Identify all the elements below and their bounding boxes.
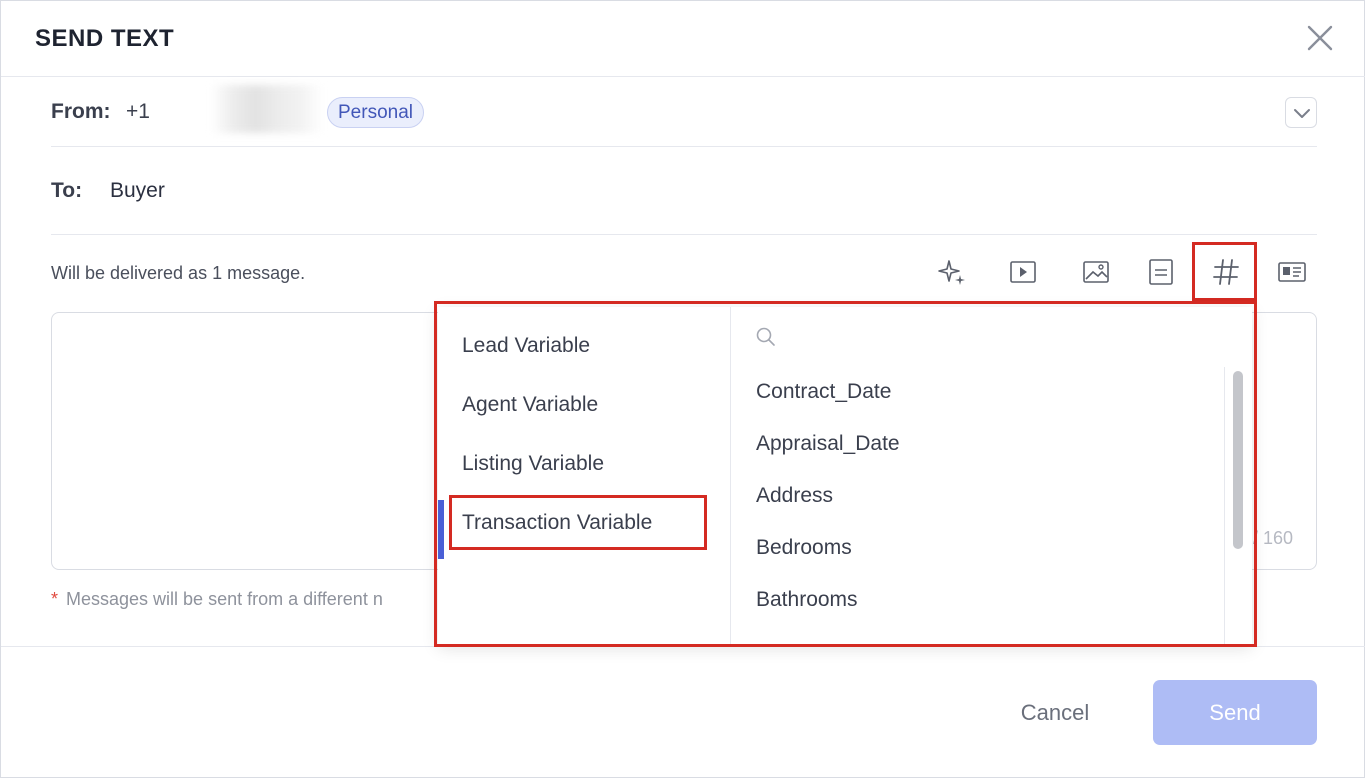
close-icon[interactable] [1303,21,1337,55]
footnote: * Messages will be sent from a different … [51,589,383,610]
from-number: +1 [126,100,150,123]
from-row: From: +1 Personal [51,77,1317,147]
contact-card-icon[interactable] [1277,257,1307,287]
video-icon[interactable] [1008,257,1038,287]
delivery-note: Will be delivered as 1 message. [51,263,306,283]
category-transaction-label: Transaction Variable [462,511,653,534]
variable-list: Contract_Date Appraisal_Date Address Bed… [731,367,1225,644]
to-row: To: Buyer [51,147,1317,235]
category-transaction-variable[interactable]: Transaction Variable [438,500,728,559]
sparkle-icon[interactable] [937,257,967,287]
cancel-button[interactable]: Cancel [1001,693,1109,733]
send-button[interactable]: Send [1153,680,1317,745]
variable-item[interactable]: Appraisal_Date [756,432,900,456]
dialog-header: SEND TEXT [1,1,1365,77]
template-icon[interactable] [1146,257,1176,287]
personal-badge: Personal [327,97,424,128]
footnote-star: * [51,589,59,609]
variable-scrollbar-thumb[interactable] [1233,371,1243,549]
image-icon[interactable] [1081,257,1111,287]
to-label: To: [51,179,83,202]
category-listing-variable[interactable]: Listing Variable [438,441,728,487]
redacted-number [211,85,323,133]
to-recipient[interactable]: Buyer [110,179,165,203]
variable-category-list: Lead Variable Agent Variable Listing Var… [438,307,731,644]
from-dropdown-button[interactable] [1285,97,1317,128]
variable-item[interactable]: Bedrooms [756,536,852,560]
chevron-down-icon [1294,109,1310,118]
footnote-text: Messages will be sent from a different n [66,589,383,609]
footer-divider [1,646,1365,647]
category-lead-variable[interactable]: Lead Variable [438,323,728,369]
active-indicator [438,500,444,559]
variable-item[interactable]: Address [756,484,833,508]
category-agent-variable[interactable]: Agent Variable [438,382,728,428]
variable-item[interactable]: Bathrooms [756,588,858,612]
send-text-dialog: SEND TEXT From: +1 Personal To: Buyer Wi… [0,0,1365,778]
dialog-title: SEND TEXT [35,25,175,52]
variable-item[interactable]: Contract_Date [756,380,891,404]
hash-highlight [1192,242,1257,301]
variable-search-input[interactable] [782,321,1222,351]
char-counter: / 160 [1253,528,1294,548]
search-icon [754,325,778,349]
variable-picker: Lead Variable Agent Variable Listing Var… [438,307,1252,644]
from-label: From: [51,100,111,123]
